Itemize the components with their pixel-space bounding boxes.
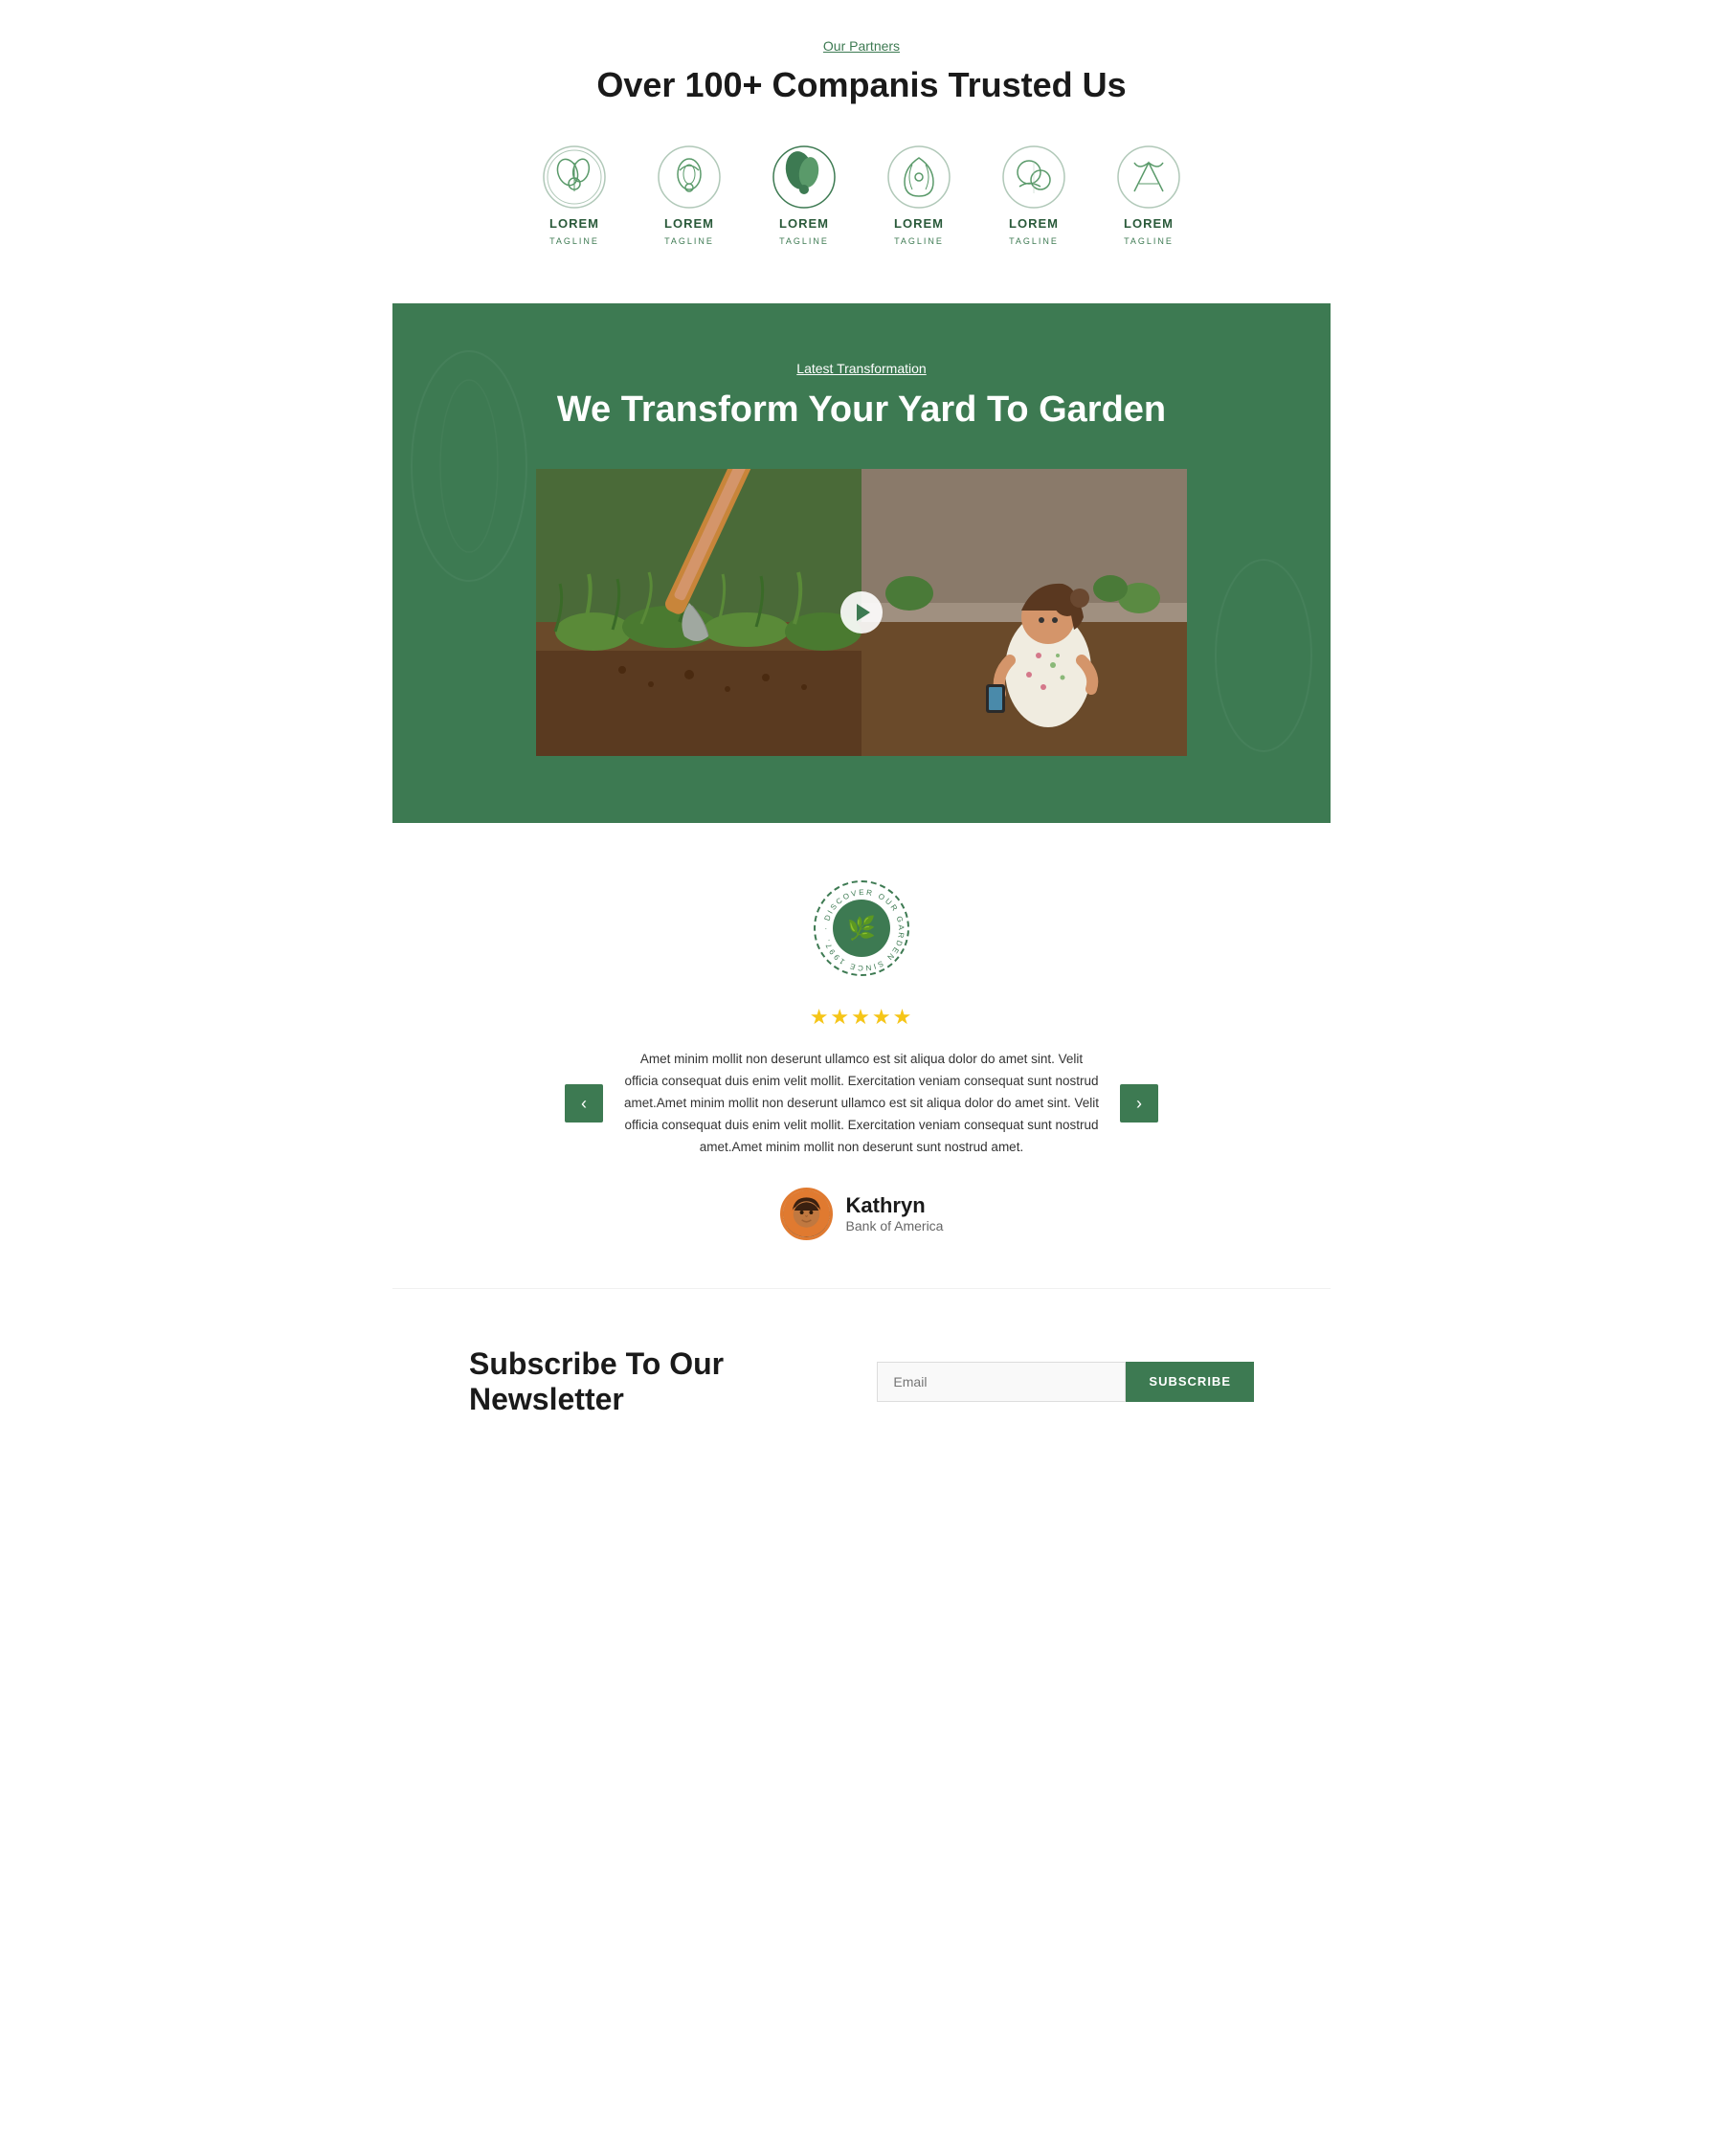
- email-input[interactable]: [877, 1362, 1126, 1402]
- garden-image-right: [862, 469, 1187, 756]
- partner-tagline-1: TAGLINE: [549, 236, 599, 246]
- testimonial-prev-button[interactable]: ‹: [565, 1084, 603, 1122]
- author-avatar-image: [783, 1190, 830, 1237]
- partners-logos-container: LOREM TAGLINE LOREM TAGLINE LOREM: [450, 144, 1273, 246]
- partner-logo-3: LOREM TAGLINE: [771, 144, 838, 246]
- badge-curved-text: · DISCOVER OUR GARDEN SINCE 1997. EXPLOR…: [816, 882, 911, 978]
- newsletter-form: SUBSCRIBE: [877, 1362, 1254, 1402]
- partner-tagline-2: TAGLINE: [664, 236, 714, 246]
- testimonial-body: ‹ Amet minim mollit non deserunt ullamco…: [565, 1049, 1158, 1159]
- garden-badge: · DISCOVER OUR GARDEN SINCE 1997. EXPLOR…: [814, 880, 909, 976]
- author-name: Kathryn: [846, 1193, 944, 1218]
- testimonial-stars: ★★★★★: [431, 1005, 1292, 1030]
- partner-tagline-5: TAGLINE: [1009, 236, 1059, 246]
- partner-tagline-3: TAGLINE: [779, 236, 829, 246]
- partner-name-6: LOREM: [1124, 216, 1174, 231]
- testimonial-author: Kathryn Bank of America: [431, 1188, 1292, 1240]
- transformation-title: We Transform Your Yard To Garden: [431, 389, 1292, 431]
- svg-text:· DISCOVER OUR GARDEN SINCE 19: · DISCOVER OUR GARDEN SINCE 1997. EXPLOR…: [816, 882, 906, 972]
- transformation-section: Latest Transformation We Transform Your …: [392, 303, 1331, 823]
- garden-image-left: [536, 469, 862, 756]
- newsletter-section: Subscribe To Our Newsletter SUBSCRIBE: [392, 1288, 1331, 1475]
- partner-logo-5: LOREM TAGLINE: [1000, 144, 1067, 246]
- partner-icon-6: [1115, 144, 1182, 211]
- transformation-label[interactable]: Latest Transformation: [796, 361, 926, 376]
- partner-logo-1: LOREM TAGLINE: [541, 144, 608, 246]
- partner-name-2: LOREM: [664, 216, 714, 231]
- testimonial-section: · DISCOVER OUR GARDEN SINCE 1997. EXPLOR…: [392, 823, 1331, 1288]
- partner-tagline-6: TAGLINE: [1124, 236, 1174, 246]
- badge-outer-ring: · DISCOVER OUR GARDEN SINCE 1997. EXPLOR…: [814, 880, 909, 976]
- author-company: Bank of America: [846, 1218, 944, 1234]
- partner-icon-4: [885, 144, 952, 211]
- transformation-images-container: [526, 469, 1197, 756]
- partner-logo-2: LOREM TAGLINE: [656, 144, 723, 246]
- partner-name-1: LOREM: [549, 216, 599, 231]
- partners-title: Over 100+ Companis Trusted Us: [450, 65, 1273, 105]
- testimonial-next-button[interactable]: ›: [1120, 1084, 1158, 1122]
- subscribe-button[interactable]: SUBSCRIBE: [1126, 1362, 1254, 1402]
- testimonial-text: Amet minim mollit non deserunt ullamco e…: [622, 1049, 1101, 1159]
- partner-name-3: LOREM: [779, 216, 829, 231]
- partner-icon-2: [656, 144, 723, 211]
- partner-name-4: LOREM: [894, 216, 944, 231]
- play-button[interactable]: [840, 591, 883, 633]
- avatar-svg: [783, 1189, 830, 1237]
- author-avatar: [780, 1188, 833, 1240]
- partners-label[interactable]: Our Partners: [823, 38, 900, 54]
- partner-icon-1: [541, 144, 608, 211]
- partners-section: Our Partners Over 100+ Companis Trusted …: [392, 0, 1331, 303]
- partner-name-5: LOREM: [1009, 216, 1059, 231]
- newsletter-title: Subscribe To Our Newsletter: [469, 1346, 804, 1417]
- partner-logo-4: LOREM TAGLINE: [885, 144, 952, 246]
- partner-logo-6: LOREM TAGLINE: [1115, 144, 1182, 246]
- partner-icon-5: [1000, 144, 1067, 211]
- partner-tagline-4: TAGLINE: [894, 236, 944, 246]
- partner-icon-3: [771, 144, 838, 211]
- author-info: Kathryn Bank of America: [846, 1193, 944, 1234]
